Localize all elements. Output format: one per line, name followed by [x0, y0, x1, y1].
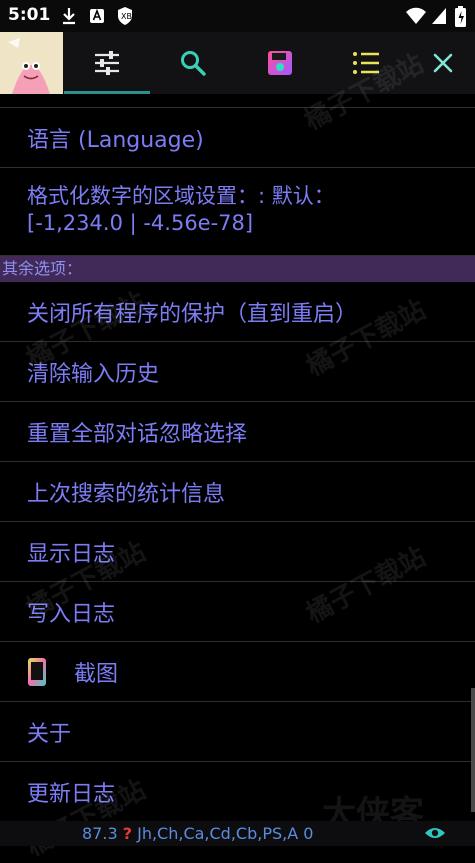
locale-setting-item[interactable]: 格式化数字的区域设置：: 默认： [-1,234.0 | -4.56e-78] — [0, 168, 475, 256]
reset-dialogs-item[interactable]: 重置全部对话忽略选择 — [0, 402, 475, 462]
toolbar — [0, 32, 475, 94]
write-log-label: 写入日志 — [27, 601, 116, 627]
locale-example: [-1,234.0 | -4.56e-78] — [27, 211, 254, 235]
about-item[interactable]: 关于 — [0, 702, 475, 762]
download-icon — [60, 6, 78, 26]
signal-icon — [430, 6, 448, 26]
close-protection-item[interactable]: 关闭所有程序的保护（直到重启） — [0, 282, 475, 342]
tab-list[interactable] — [323, 32, 409, 94]
search-stats-label: 上次搜索的统计信息 — [27, 481, 226, 507]
status-time: 5:01 — [8, 5, 51, 25]
reset-dialogs-label: 重置全部对话忽略选择 — [27, 421, 248, 447]
close-icon — [433, 53, 452, 73]
phone-screenshot-icon — [27, 657, 47, 687]
svg-text:XB: XB — [121, 12, 132, 21]
tab-search[interactable] — [150, 32, 236, 94]
show-log-label: 显示日志 — [27, 541, 116, 567]
status-bar: 5:01 XB — [0, 0, 475, 32]
changelog-label: 更新日志 — [27, 781, 116, 807]
tab-save[interactable] — [237, 32, 323, 94]
clear-history-item[interactable]: 清除输入历史 — [0, 342, 475, 402]
tab-settings[interactable] — [64, 32, 150, 94]
section-header-other: 其余选项： — [0, 256, 475, 282]
battery-charging-icon — [454, 6, 468, 27]
clear-history-label: 清除输入历史 — [27, 361, 160, 387]
save-icon — [268, 51, 292, 75]
list-icon — [353, 52, 379, 74]
search-stats-item[interactable]: 上次搜索的统计信息 — [0, 462, 475, 522]
language-item[interactable]: 语言 (Language) — [0, 108, 475, 168]
wifi-icon — [405, 6, 427, 26]
active-tab-indicator — [64, 91, 150, 94]
about-label: 关于 — [27, 721, 72, 747]
close-button[interactable] — [410, 32, 475, 94]
search-icon — [181, 51, 206, 76]
eye-icon[interactable] — [424, 825, 446, 845]
locale-label: 格式化数字的区域设置：: 默认： — [27, 184, 335, 208]
app-a-icon — [88, 6, 106, 26]
vpn-shield-icon: XB — [116, 6, 134, 26]
status-codes: Jh,Ch,Ca,Cd,Cb,PS,A 0 — [137, 824, 314, 843]
sliders-icon — [95, 51, 119, 75]
status-flag: ? — [122, 824, 132, 843]
bottom-status-bar: 87.3 ? Jh,Ch,Ca,Cd,Cb,PS,A 0 — [0, 821, 475, 846]
show-log-item[interactable]: 显示日志 — [0, 522, 475, 582]
changelog-item[interactable]: 更新日志 — [0, 762, 475, 821]
bottom-status-text: 87.3 ? Jh,Ch,Ca,Cd,Cb,PS,A 0 — [82, 824, 313, 843]
avatar[interactable] — [0, 32, 63, 94]
close-protection-label: 关闭所有程序的保护（直到重启） — [27, 301, 358, 327]
screenshot-item[interactable]: 截图 — [0, 642, 475, 702]
scrollbar[interactable] — [471, 688, 475, 812]
language-label: 语言 (Language) — [27, 127, 204, 153]
status-number: 87.3 — [82, 824, 118, 843]
screenshot-label: 截图 — [74, 661, 119, 687]
write-log-item[interactable]: 写入日志 — [0, 582, 475, 642]
